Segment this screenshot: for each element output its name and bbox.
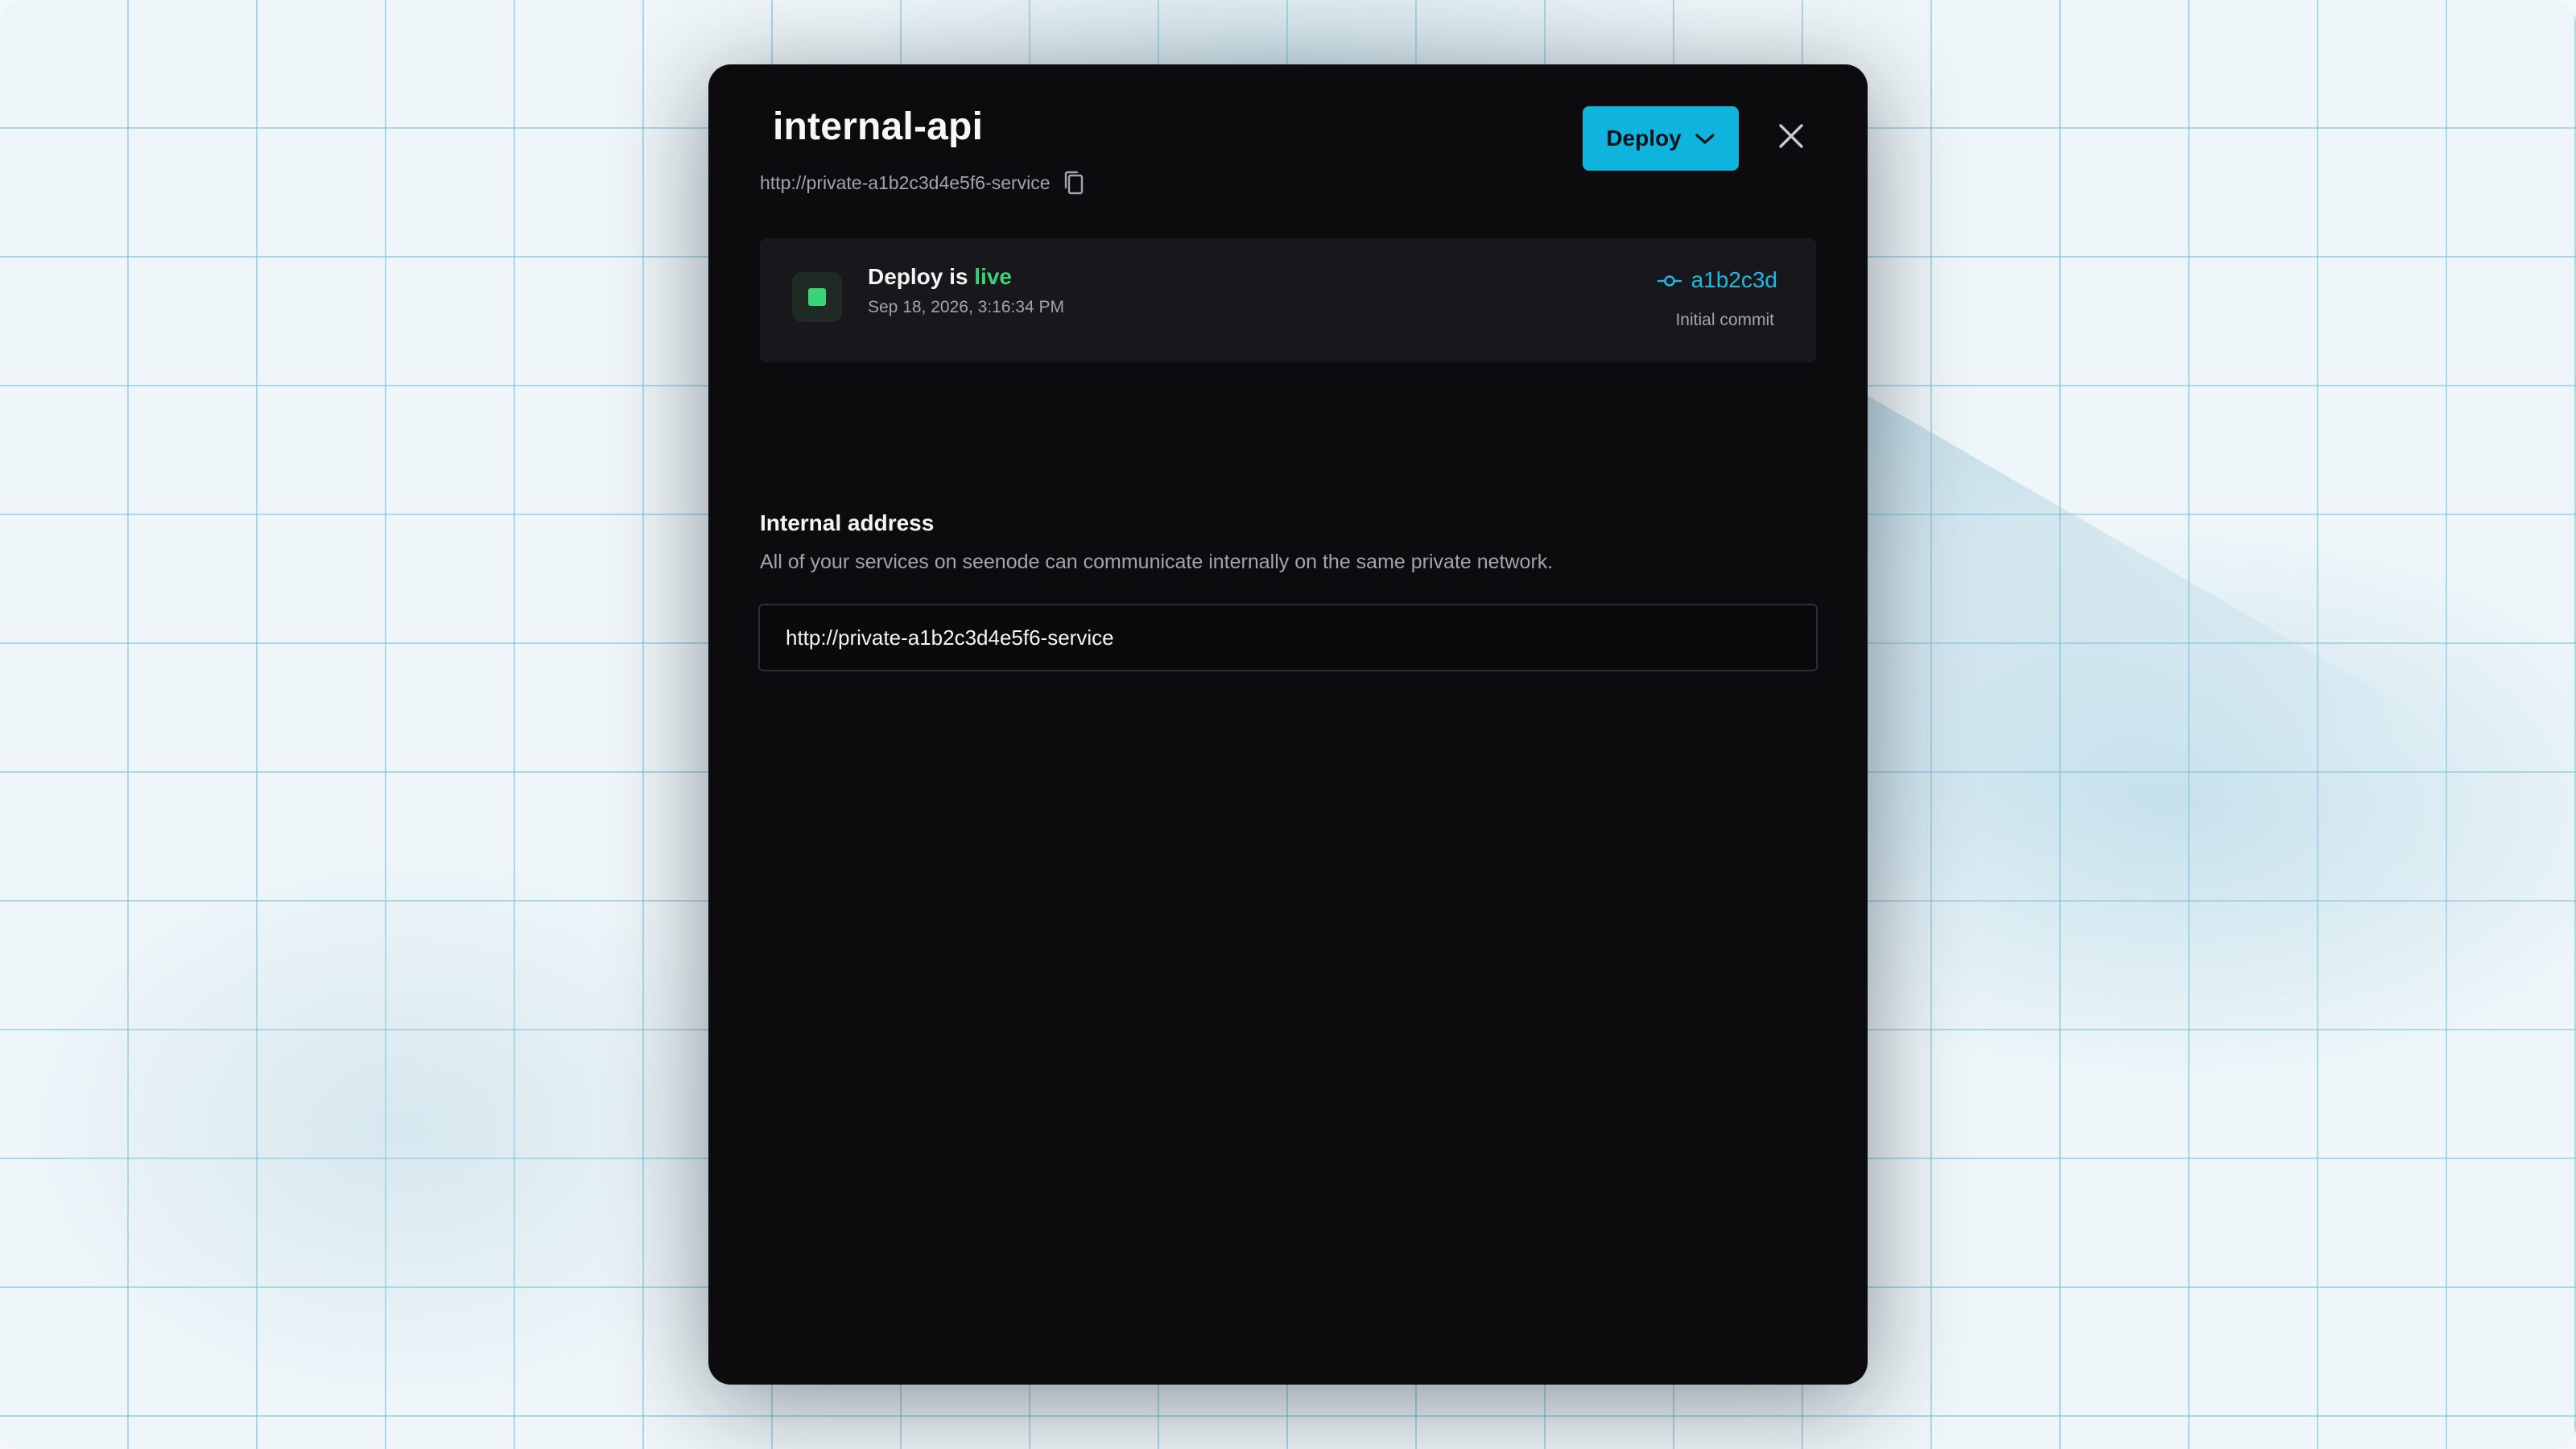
close-button[interactable]: [1773, 119, 1810, 156]
deploy-button-label: Deploy: [1606, 126, 1682, 151]
status-line: Deploy is live: [868, 264, 1012, 290]
close-icon: [1777, 122, 1805, 153]
status-state: live: [974, 264, 1012, 289]
deploy-button[interactable]: Deploy: [1583, 106, 1739, 171]
deploy-status-card: Deploy is live Sep 18, 2026, 3:16:34 PM …: [760, 238, 1816, 362]
git-commit-icon: [1657, 267, 1682, 293]
copy-icon[interactable]: [1062, 169, 1086, 196]
internal-address-field[interactable]: [758, 604, 1818, 671]
service-title: internal-api: [773, 105, 984, 148]
internal-address-heading: Internal address: [760, 510, 935, 535]
status-prefix: Deploy is: [868, 264, 968, 289]
service-url: http://private-a1b2c3d4e5f6-service: [760, 171, 1051, 193]
internal-address-description: All of your services on seenode can comm…: [760, 551, 1554, 573]
service-modal: internal-api http://private-a1b2c3d4e5f6…: [708, 64, 1868, 1385]
commit-message: Initial commit: [1675, 311, 1774, 329]
status-indicator: [792, 272, 842, 322]
status-dot: [808, 288, 826, 306]
status-timestamp: Sep 18, 2026, 3:16:34 PM: [868, 298, 1065, 316]
commit-hash: a1b2c3d: [1690, 267, 1777, 292]
service-url-row: http://private-a1b2c3d4e5f6-service: [760, 169, 1086, 196]
chevron-down-icon: [1695, 126, 1715, 151]
commit-link[interactable]: a1b2c3d: [1657, 267, 1777, 293]
